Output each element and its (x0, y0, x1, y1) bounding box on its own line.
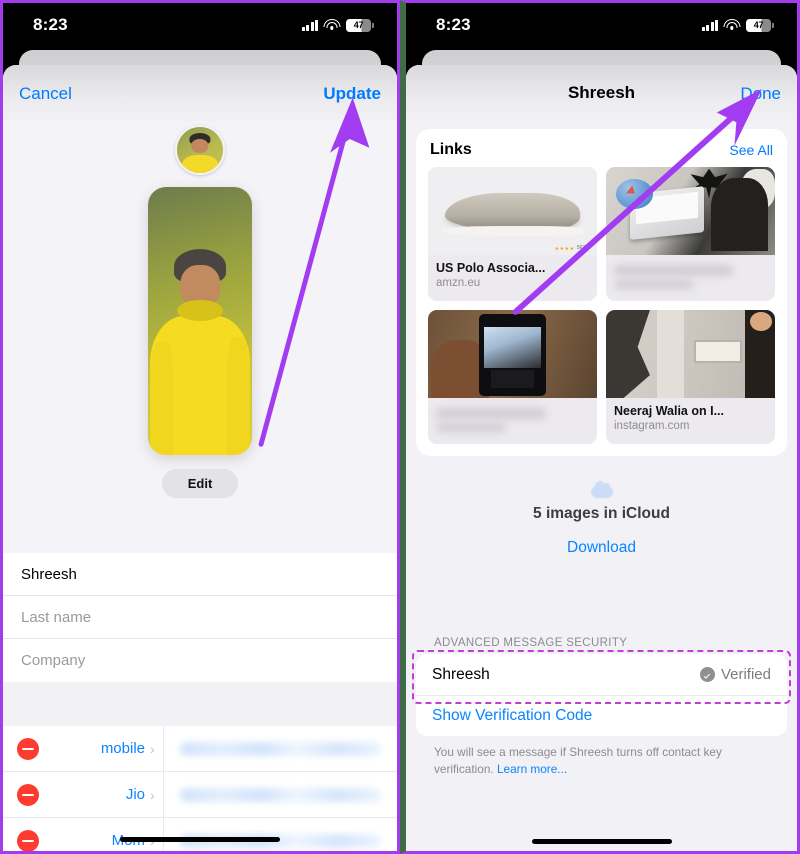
first-name-field[interactable]: Shreesh (3, 553, 397, 596)
edit-poster-button[interactable]: Edit (161, 469, 239, 498)
update-button[interactable]: Update (323, 85, 381, 102)
show-verification-code-link[interactable]: Show Verification Code (432, 707, 592, 725)
status-indicators: 47 (301, 18, 374, 32)
right-status-bar: 8:23 47 (406, 3, 797, 47)
links-grid: 563 US Polo Associa... amzn.eu Neeraj Wa… (428, 167, 775, 444)
left-screen: 8:23 47 Cancel Update Edit Shreesh Last … (3, 3, 397, 851)
cellular-bars-icon (701, 19, 718, 31)
cancel-button[interactable]: Cancel (19, 85, 72, 102)
home-indicator (531, 839, 672, 844)
security-card: Shreesh Verified Show Verification Code (416, 654, 787, 737)
home-indicator (120, 837, 280, 842)
advanced-message-security-section: ADVANCED MESSAGE SECURITY Shreesh Verifi… (406, 637, 797, 777)
done-button[interactable]: Done (740, 85, 781, 102)
right-navbar: Shreesh Done (406, 65, 797, 121)
phone-value-redacted[interactable] (179, 787, 381, 802)
link-thumbnail (606, 310, 775, 398)
cloud-icon (590, 481, 613, 498)
screenshot-stage: 8:23 47 Cancel Update Edit Shreesh Last … (0, 0, 800, 854)
last-name-field[interactable]: Last name (3, 596, 397, 639)
links-section: Links See All 563 US Polo Associa... amz… (416, 129, 787, 456)
link-title: Neeraj Walia on I... (614, 404, 724, 418)
link-thumbnail: 563 (428, 167, 597, 255)
name-fields-group: Shreesh Last name Company (3, 553, 397, 682)
battery-icon: 47 (746, 18, 774, 32)
wifi-icon (723, 19, 741, 31)
verified-check-icon (699, 667, 715, 683)
left-phone-panel: 8:23 47 Cancel Update Edit Shreesh Last … (0, 0, 400, 854)
contact-details-sheet: Shreesh Done Links See All 563 US Polo A… (406, 65, 797, 851)
contact-name: Shreesh (432, 665, 490, 683)
status-clock: 8:23 (33, 15, 68, 34)
security-note: You will see a message if Shreesh turns … (434, 744, 773, 777)
link-thumbnail (428, 310, 597, 398)
row-divider (162, 772, 164, 817)
remove-icon[interactable] (17, 737, 39, 760)
verified-label: Verified (720, 666, 771, 684)
rating-stars-icon: 563 (554, 245, 585, 251)
remove-icon[interactable] (17, 829, 39, 851)
learn-more-link[interactable]: Learn more... (497, 762, 567, 776)
left-status-bar: 8:23 47 (3, 3, 397, 47)
chevron-right-icon: › (150, 740, 155, 757)
row-label[interactable]: Jio (53, 786, 145, 803)
contact-avatar[interactable] (175, 125, 225, 175)
link-meta: Neeraj Walia on I... instagram.com (606, 398, 775, 440)
link-card[interactable] (428, 310, 597, 444)
right-screen: 8:23 47 Shreesh Done Links See All 563 U… (406, 3, 797, 851)
icloud-images-section: 5 images in iCloud Download (406, 481, 797, 557)
status-badge: Verified (699, 666, 771, 684)
phone-value-redacted[interactable] (179, 741, 381, 756)
edit-contact-sheet: Cancel Update Edit Shreesh Last name Com… (3, 65, 397, 851)
link-card[interactable] (606, 167, 775, 301)
contact-poster[interactable] (148, 187, 252, 455)
link-meta (606, 255, 775, 301)
row-divider (162, 818, 164, 851)
contact-poster-area: Edit (3, 121, 397, 553)
remove-icon[interactable] (17, 783, 39, 806)
icloud-count-text: 5 images in iCloud (533, 505, 670, 522)
show-verification-code-row[interactable]: Show Verification Code (416, 696, 787, 736)
download-button[interactable]: Download (406, 539, 797, 557)
link-card[interactable]: Neeraj Walia on I... instagram.com (606, 310, 775, 444)
battery-icon: 47 (346, 18, 374, 32)
right-phone-panel: 8:23 47 Shreesh Done Links See All 563 U… (400, 0, 800, 854)
links-title: Links (430, 141, 472, 158)
link-card[interactable]: 563 US Polo Associa... amzn.eu (428, 167, 597, 301)
chevron-right-icon: › (150, 786, 155, 803)
status-indicators: 47 (701, 18, 774, 32)
details-body: Links See All 563 US Polo Associa... amz… (406, 121, 797, 851)
section-header: ADVANCED MESSAGE SECURITY (434, 637, 628, 650)
table-row[interactable]: Jio › (3, 772, 397, 818)
see-all-link[interactable]: See All (729, 142, 773, 158)
row-label[interactable]: mobile (53, 740, 145, 757)
cellular-bars-icon (301, 19, 318, 31)
link-thumbnail (606, 167, 775, 255)
phone-rows-group: mobile › Jio › Mom (3, 726, 397, 851)
row-divider (162, 726, 164, 771)
page-title: Shreesh (567, 83, 636, 102)
company-field[interactable]: Company (3, 639, 397, 682)
section-gap (3, 682, 397, 726)
verified-contact-row[interactable]: Shreesh Verified (416, 654, 787, 697)
status-clock: 8:23 (436, 15, 471, 34)
table-row[interactable]: Mom › (3, 818, 397, 851)
wifi-icon (323, 19, 341, 31)
link-domain: amzn.eu (436, 277, 481, 289)
link-meta: US Polo Associa... amzn.eu (428, 255, 597, 297)
link-title: US Polo Associa... (436, 261, 546, 275)
links-header: Links See All (430, 141, 773, 159)
link-domain: instagram.com (614, 420, 690, 432)
security-note-text: You will see a message if Shreesh turns … (434, 745, 722, 776)
link-meta (428, 398, 597, 444)
left-navbar: Cancel Update (3, 65, 397, 121)
table-row[interactable]: mobile › (3, 726, 397, 772)
